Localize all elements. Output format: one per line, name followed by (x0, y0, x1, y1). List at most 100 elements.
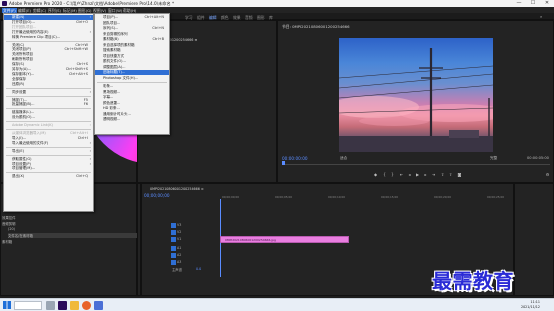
step-back-icon[interactable]: ◂ (407, 172, 412, 177)
new-submenu-item[interactable]: 调整图层(A)... (95, 65, 169, 70)
chevron-right-icon: › (89, 156, 91, 161)
new-submenu-item[interactable]: 透明视频... (95, 117, 169, 122)
chevron-right-icon: › (89, 148, 91, 153)
file-menu-item[interactable]: 打开最近使用的内容(E) › (4, 30, 93, 35)
file-menu-item[interactable]: 退出(X) Ctrl+Q (4, 174, 93, 179)
file-menu-item[interactable]: 还原(R) (4, 82, 93, 87)
timeline-clip[interactable]: 0MPI20210806001200254666.jpg (220, 236, 349, 243)
file-menu-item[interactable]: 全部保存 (4, 77, 93, 82)
file-menu-item[interactable]: 导入(I)... Ctrl+I (4, 136, 93, 141)
new-submenu-item[interactable]: 搜索素材箱 (95, 48, 169, 53)
new-submenu-item[interactable]: 通用倒计时片头... (95, 112, 169, 117)
menu-item-shortcut: Ctrl+O (76, 19, 88, 24)
playhead-marker[interactable] (282, 161, 285, 165)
menu-item-label: 项目管理(M)... (12, 166, 36, 171)
track-a2[interactable]: A2 (141, 252, 218, 258)
camera-icon[interactable]: ◙ (457, 172, 462, 177)
file-menu-item[interactable]: 获取属性(G) › (4, 157, 93, 162)
project-row[interactable]: 文件名/在素材箱 (8, 233, 142, 238)
minimize-button[interactable]: — (512, 0, 526, 7)
taskbar-search-input[interactable] (14, 301, 42, 310)
file-menu-item[interactable]: 项目管理(M)... (4, 166, 93, 171)
menu-item-shortcut: Ctrl+I (77, 135, 88, 140)
taskbar-clock[interactable]: 11:11 2021/11/12 (521, 300, 540, 310)
quality-select[interactable]: 完整 (490, 156, 497, 161)
out-point-icon[interactable]: } (390, 172, 395, 177)
close-button[interactable]: ✕ (540, 0, 554, 7)
new-submenu-item[interactable]: 来自剪辑的序列 (95, 32, 169, 37)
menu-item-shortcut: Ctrl+Alt+N (144, 15, 164, 19)
file-menu-item[interactable]: 转换 Premiere Clip 项目(C)... (4, 35, 93, 40)
menu-item-label: 导入(I)... (12, 135, 27, 140)
play-icon[interactable]: ▶ (415, 172, 420, 177)
zoom-select[interactable]: 适合 (340, 156, 347, 161)
file-menu-item[interactable]: 导入最近使用的文件(F) › (4, 141, 93, 146)
menu-item-label: 字幕... (103, 95, 114, 99)
new-submenu-item[interactable]: 黑场视频... (95, 90, 169, 95)
step-forward-icon[interactable]: ▸ (423, 172, 428, 177)
new-submenu-item[interactable]: HD 彩条... (95, 106, 169, 111)
track-a3[interactable]: A3 (141, 259, 218, 265)
timeline-timecode[interactable]: 00;00;00;00 (144, 193, 170, 198)
menu-item-shortcut: Ctrl+Alt+I (70, 131, 88, 135)
track-a1[interactable]: A1 (141, 245, 218, 251)
new-submenu-item[interactable]: 团队项目... (95, 21, 169, 26)
project-row[interactable]: 音频剪辑 (2, 221, 136, 226)
new-submenu-item[interactable]: 彩条... (95, 84, 169, 89)
new-submenu-item[interactable]: 素材箱(B) Ctrl+B (95, 37, 169, 42)
file-menu-item[interactable]: 保存(S) Ctrl+S (4, 62, 93, 67)
project-row[interactable]: 素材箱 (2, 239, 136, 244)
new-submenu-item[interactable]: Photoshop 文件(H)... (95, 76, 169, 81)
go-to-out-icon[interactable]: ⇥ (431, 172, 436, 177)
track-v2[interactable]: V2 (141, 229, 218, 235)
lift-icon[interactable]: ⇧ (440, 172, 445, 177)
new-submenu-item[interactable]: 项目(P)... Ctrl+Alt+N (95, 15, 169, 20)
file-menu-item[interactable]: 打开项目(O)... Ctrl+O (4, 20, 93, 25)
new-submenu-item[interactable]: 项目快捷方式 (95, 54, 169, 59)
master-track-value[interactable]: 0.0 (196, 267, 201, 271)
windows-start-icon[interactable] (3, 301, 11, 309)
maximize-button[interactable]: ☐ (526, 0, 540, 7)
new-submenu-item[interactable]: 来自选择项的素材箱 (95, 43, 169, 48)
browser-taskbar-icon[interactable] (82, 301, 91, 310)
marker-icon[interactable]: ◆ (373, 172, 378, 177)
app-taskbar-icon[interactable] (94, 301, 103, 310)
in-point-icon[interactable]: { (382, 172, 387, 177)
search-icon[interactable]: ⌕ (540, 14, 542, 19)
power-pole-image (339, 48, 493, 152)
new-submenu: 项目(P)... Ctrl+Alt+N 团队项目... 序列(S)... Ctrl+N 来… (94, 13, 170, 135)
extract-icon[interactable]: ⇪ (448, 172, 453, 177)
new-submenu-item[interactable]: 字幕... (95, 95, 169, 100)
menu-item-shortcut: Ctrl+Shift+W (64, 47, 88, 52)
file-menu-item[interactable]: 新建(N) › (4, 15, 93, 20)
file-menu-item[interactable]: 导出(E) › (4, 149, 93, 154)
file-menu-item[interactable]: 另存为(A)... Ctrl+Shift+S (4, 67, 93, 72)
clip-label: 0MPI20210806001200254666.jpg (225, 238, 276, 242)
file-menu-item[interactable]: 同步设置 › (4, 90, 93, 95)
track-v3[interactable]: V3 (141, 222, 218, 228)
ruler-tick: 00;00;05;00 (275, 195, 293, 199)
project-row[interactable]: 效果控件 (2, 215, 136, 220)
program-tab[interactable]: 节目: 0MPI20210806001200254666 (282, 24, 350, 30)
task-view-icon[interactable] (46, 301, 55, 310)
program-scrubber[interactable] (282, 162, 550, 165)
file-menu-item[interactable]: 保存副本(Y)... Ctrl+Alt+S (4, 72, 93, 77)
go-to-in-icon[interactable]: ⇤ (399, 172, 404, 177)
explorer-taskbar-icon[interactable] (70, 301, 79, 310)
audio-meter-panel (514, 183, 554, 296)
menu-item-label: 旧版标题(T)... (103, 70, 126, 74)
new-submenu-item[interactable]: 旧版标题(T)... (95, 70, 169, 75)
file-menu-item[interactable]: 批量捕捉(B)... F6 (4, 102, 93, 107)
track-v1[interactable]: V1 (141, 236, 218, 242)
program-timecode[interactable]: 00:00:00:00 (282, 156, 308, 161)
file-menu-item[interactable]: 设为脱机(O)... (4, 115, 93, 120)
settings-icon[interactable]: ⚙ (545, 172, 550, 177)
taskbar: 11:11 2021/11/12 (0, 298, 554, 311)
project-row[interactable]: (20) (8, 227, 142, 232)
new-submenu-item[interactable]: 序列(S)... Ctrl+N (95, 26, 169, 31)
new-submenu-item[interactable]: 颜色遮罩... (95, 101, 169, 106)
new-submenu-item[interactable]: 脱机文件(O)... (95, 59, 169, 64)
premiere-taskbar-icon[interactable] (58, 301, 67, 310)
menu-item-label: 来自剪辑的序列 (103, 31, 128, 36)
timeline-tab[interactable]: 0MPI20210806001200254666 ≡ (150, 187, 204, 191)
